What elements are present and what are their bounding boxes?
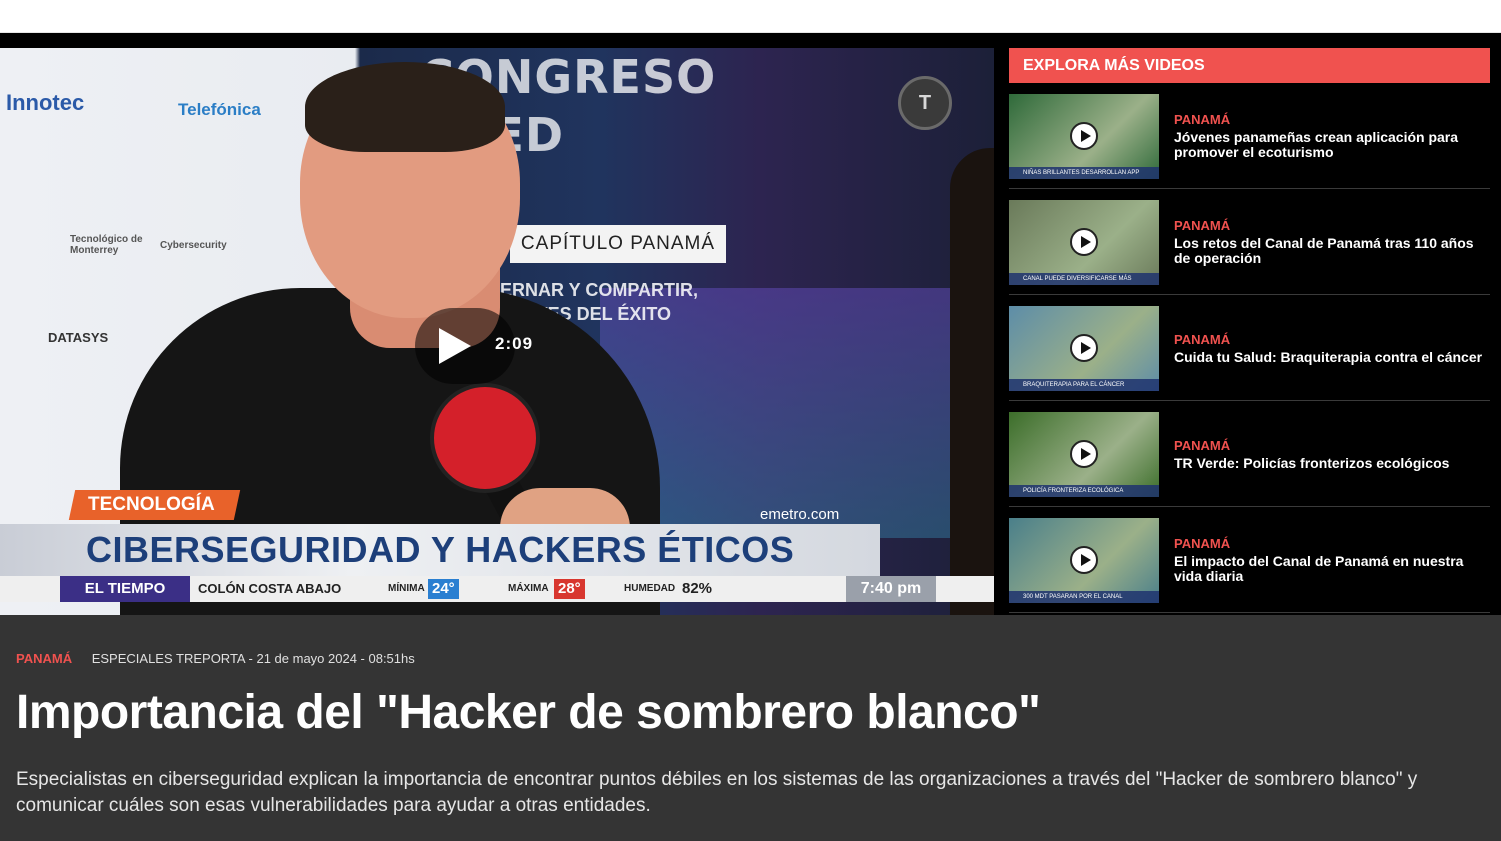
article-summary: Especialistas en ciberseguridad explican… xyxy=(16,769,1418,816)
ticker-label: EL TIEMPO xyxy=(60,576,190,602)
site-top-bar xyxy=(0,0,1501,33)
video-stage: Innotec Telefónica Tecnológico de Monter… xyxy=(0,33,1501,615)
video-kicker[interactable]: PANAMÁ xyxy=(1174,112,1489,127)
sponsor-logo: Innotec xyxy=(6,90,85,115)
thumbnail-caption: 300 MDT PASARAN POR EL CANAL xyxy=(1009,591,1159,603)
play-circle-icon[interactable] xyxy=(1070,122,1098,150)
related-video-item[interactable]: 300 MDT PASARAN POR EL CANAL PANAMÁ El imp… xyxy=(1009,507,1490,613)
video-kicker[interactable]: PANAMÁ xyxy=(1174,332,1489,347)
max-temp-label: MÁXIMA xyxy=(508,583,549,594)
video-thumbnail[interactable]: POLICÍA FRONTERIZA ECOLÓGICA xyxy=(1009,412,1159,497)
play-circle-icon[interactable] xyxy=(1070,334,1098,362)
thumbnail-caption: POLICÍA FRONTERIZA ECOLÓGICA xyxy=(1009,485,1159,497)
news-lower-third: TECNOLOGÍA emetro.com CIBERSEGURIDAD Y H… xyxy=(0,488,994,615)
ticker-clock: 7:40 pm xyxy=(846,576,936,602)
video-player[interactable]: Innotec Telefónica Tecnológico de Monter… xyxy=(0,48,994,615)
article-header: PANAMÁ ESPECIALES TREPORTA - 21 de mayo … xyxy=(0,615,1501,841)
video-meta: PANAMÁ Jóvenes panameñas crean aplicación… xyxy=(1174,83,1489,189)
article-title: Importancia del "Hacker de sombrero blan… xyxy=(16,686,1041,739)
video-meta: PANAMÁ Los retos del Canal de Panamá tras… xyxy=(1174,189,1489,295)
video-meta: PANAMÁ Cuida tu Salud: Braquiterapia cont… xyxy=(1174,295,1489,401)
video-title[interactable]: Cuida tu Salud: Braquiterapia contra el … xyxy=(1174,349,1489,365)
related-video-item[interactable]: POLICÍA FRONTERIZA ECOLÓGICA PANAMÁ TR Ver… xyxy=(1009,401,1490,507)
video-duration: 2:09 xyxy=(495,334,534,353)
lower-third-source: emetro.com xyxy=(760,506,840,523)
video-thumbnail[interactable]: 300 MDT PASARAN POR EL CANAL xyxy=(1009,518,1159,603)
weather-ticker: EL TIEMPO COLÓN COSTA ABAJO MÍNIMA 24° M… xyxy=(0,576,994,602)
lower-third-headline: CIBERSEGURIDAD Y HACKERS ÉTICOS xyxy=(0,524,880,576)
video-thumbnail[interactable]: CANAL PUEDE DIVERSIFICARSE MÁS xyxy=(1009,200,1159,285)
video-thumbnail[interactable]: BRAQUITERAPIA PARA EL CÁNCER xyxy=(1009,306,1159,391)
min-temp-value: 24° xyxy=(428,579,459,599)
thumbnail-caption: NIÑAS BRILLANTES DESARROLLAN APP xyxy=(1009,167,1159,179)
related-video-item[interactable]: CANAL PUEDE DIVERSIFICARSE MÁS PANAMÁ Los … xyxy=(1009,189,1490,295)
video-title[interactable]: Los retos del Canal de Panamá tras 110 a… xyxy=(1174,236,1489,266)
ticker-location: COLÓN COSTA ABAJO xyxy=(198,581,342,596)
max-temp-value: 28° xyxy=(554,579,585,599)
play-circle-icon[interactable] xyxy=(1070,440,1098,468)
video-meta: PANAMÁ El impacto del Canal de Panamá en … xyxy=(1174,507,1489,613)
article-date: 21 de mayo 2024 - 08:51hs xyxy=(256,651,415,666)
lower-third-category: TECNOLOGÍA xyxy=(68,490,241,520)
video-list: NIÑAS BRILLANTES DESARROLLAN APP PANAMÁ Jó… xyxy=(1009,83,1490,613)
play-circle-icon[interactable] xyxy=(1070,228,1098,256)
video-title[interactable]: Jóvenes panameñas crean aplicación para … xyxy=(1174,130,1489,160)
video-meta: PANAMÁ TR Verde: Policías fronterizos eco… xyxy=(1174,401,1489,507)
microphone-icon xyxy=(430,383,540,493)
video-kicker[interactable]: PANAMÁ xyxy=(1174,536,1489,551)
channel-logo-icon: T xyxy=(898,76,952,130)
more-videos-sidebar: EXPLORA MÁS VIDEOS NIÑAS BRILLANTES DESA… xyxy=(1009,48,1490,613)
video-thumbnail[interactable]: NIÑAS BRILLANTES DESARROLLAN APP xyxy=(1009,94,1159,179)
video-kicker[interactable]: PANAMÁ xyxy=(1174,218,1489,233)
video-title[interactable]: El impacto del Canal de Panamá en nuestr… xyxy=(1174,554,1489,584)
video-kicker[interactable]: PANAMÁ xyxy=(1174,438,1489,453)
sidebar-header: EXPLORA MÁS VIDEOS xyxy=(1009,48,1490,83)
play-circle-icon[interactable] xyxy=(1070,546,1098,574)
article-section-link[interactable]: PANAMÁ xyxy=(16,651,72,666)
video-title[interactable]: TR Verde: Policías fronterizos ecológico… xyxy=(1174,455,1489,471)
thumbnail-caption: BRAQUITERAPIA PARA EL CÁNCER xyxy=(1009,379,1159,391)
play-icon xyxy=(439,328,471,364)
min-temp-label: MÍNIMA xyxy=(388,583,425,594)
humidity-label: HUMEDAD xyxy=(624,583,676,594)
article-program[interactable]: ESPECIALES TREPORTA - xyxy=(92,651,253,666)
article-meta: PANAMÁ ESPECIALES TREPORTA - 21 de mayo … xyxy=(16,651,415,666)
humidity-value: 82% xyxy=(682,580,713,597)
thumbnail-caption: CANAL PUEDE DIVERSIFICARSE MÁS xyxy=(1009,273,1159,285)
sponsor-logo: DATASYS xyxy=(48,330,109,345)
related-video-item[interactable]: BRAQUITERAPIA PARA EL CÁNCER PANAMÁ Cuida … xyxy=(1009,295,1490,401)
related-video-item[interactable]: NIÑAS BRILLANTES DESARROLLAN APP PANAMÁ Jó… xyxy=(1009,83,1490,189)
